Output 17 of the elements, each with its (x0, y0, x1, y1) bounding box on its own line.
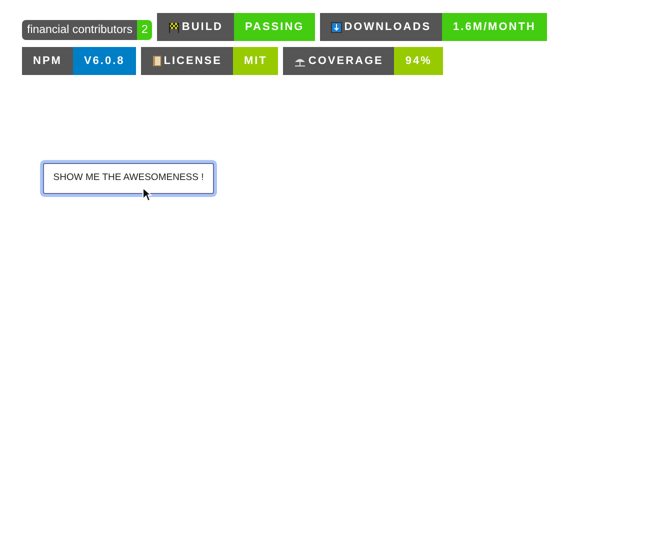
badge-value: 2 (137, 20, 152, 40)
badge-value: 94% (394, 47, 443, 75)
badge-value: 1.6M/MONTH (442, 13, 547, 41)
badge-label: BUILD (182, 20, 223, 35)
scroll-icon (152, 55, 162, 67)
badge-value: V6.0.8 (72, 47, 136, 75)
badge-label: LICENSE (164, 54, 222, 69)
cursor-icon (142, 187, 152, 202)
download-box-icon (331, 22, 342, 32)
badge-label: COVERAGE (308, 54, 384, 69)
badge-value: MIT (232, 47, 278, 75)
checkered-flag-icon (168, 22, 180, 32)
badge-label: NPM (33, 54, 62, 69)
awesomeness-button[interactable]: SHOW ME THE AWESOMENESS ! (43, 163, 214, 194)
badge-label: DOWNLOADS (344, 20, 432, 35)
badge-value: PASSING (234, 13, 316, 41)
badge-label: financial contributors (22, 20, 138, 40)
